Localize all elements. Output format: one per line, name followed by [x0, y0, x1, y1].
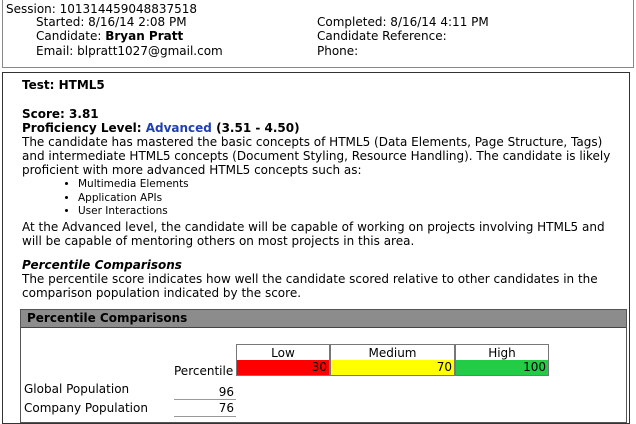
candidate-line: Candidate: Bryan Pratt [36, 29, 183, 44]
band-high: High 100 [455, 344, 549, 376]
percentile-table-title: Percentile Comparisons [27, 311, 188, 325]
company-population-value: 76 [218, 401, 234, 415]
summary-line: will be capable of mentoring others on m… [22, 234, 415, 248]
candidate-email: Email: blpratt1027@gmail.com [36, 44, 223, 58]
candidate-name: Bryan Pratt [105, 29, 184, 43]
description-line: proficient with more advanced HTML5 conc… [22, 163, 362, 177]
global-population-value: 96 [218, 385, 234, 399]
candidate-label: Candidate: [36, 29, 106, 43]
summary-line: At the Advanced level, the candidate wil… [22, 220, 605, 234]
description-line: The candidate has mastered the basic con… [22, 135, 603, 149]
advanced-topics-list: Multimedia Elements Application APIs Use… [60, 178, 189, 219]
band-high-max: 100 [456, 360, 548, 375]
band-low-max: 30 [237, 360, 329, 375]
percentile-heading: Percentile Comparisons [22, 258, 182, 272]
band-medium: Medium 70 [330, 344, 455, 376]
proficiency-range: (3.51 - 4.50) [216, 121, 300, 135]
band-low: Low 30 [236, 344, 330, 376]
band-medium-label: Medium [331, 346, 454, 361]
candidate-reference: Candidate Reference: [317, 29, 447, 43]
global-population-label: Global Population [24, 382, 130, 396]
proficiency-level: Proficiency Level: Advanced (3.51 - 4.50… [22, 121, 300, 136]
percentile-description-line: The percentile score indicates how well … [22, 272, 598, 286]
started-time: Started: 8/16/14 2:08 PM [36, 15, 187, 29]
proficiency-level-value: Advanced [145, 121, 212, 135]
percentile-table-header: Percentile Comparisons [21, 310, 626, 328]
proficiency-label: Proficiency Level: [22, 121, 146, 135]
list-item: User Interactions [78, 205, 189, 219]
completed-time: Completed: 8/16/14 4:11 PM [317, 15, 489, 29]
band-high-label: High [456, 346, 548, 361]
percentile-label: Percentile [174, 364, 234, 378]
list-item: Multimedia Elements [78, 178, 189, 192]
percentile-description-line: comparison population indicated by the s… [22, 286, 302, 300]
description-line: and intermediate HTML5 concepts (Documen… [22, 149, 611, 163]
band-low-label: Low [237, 346, 329, 361]
row-divider [174, 416, 236, 417]
row-divider [174, 399, 236, 400]
score: Score: 3.81 [22, 107, 99, 121]
test-title: Test: HTML5 [22, 78, 105, 92]
company-population-label: Company Population [24, 401, 148, 415]
phone: Phone: [317, 44, 359, 58]
list-item: Application APIs [78, 192, 189, 206]
band-medium-max: 70 [331, 360, 454, 375]
